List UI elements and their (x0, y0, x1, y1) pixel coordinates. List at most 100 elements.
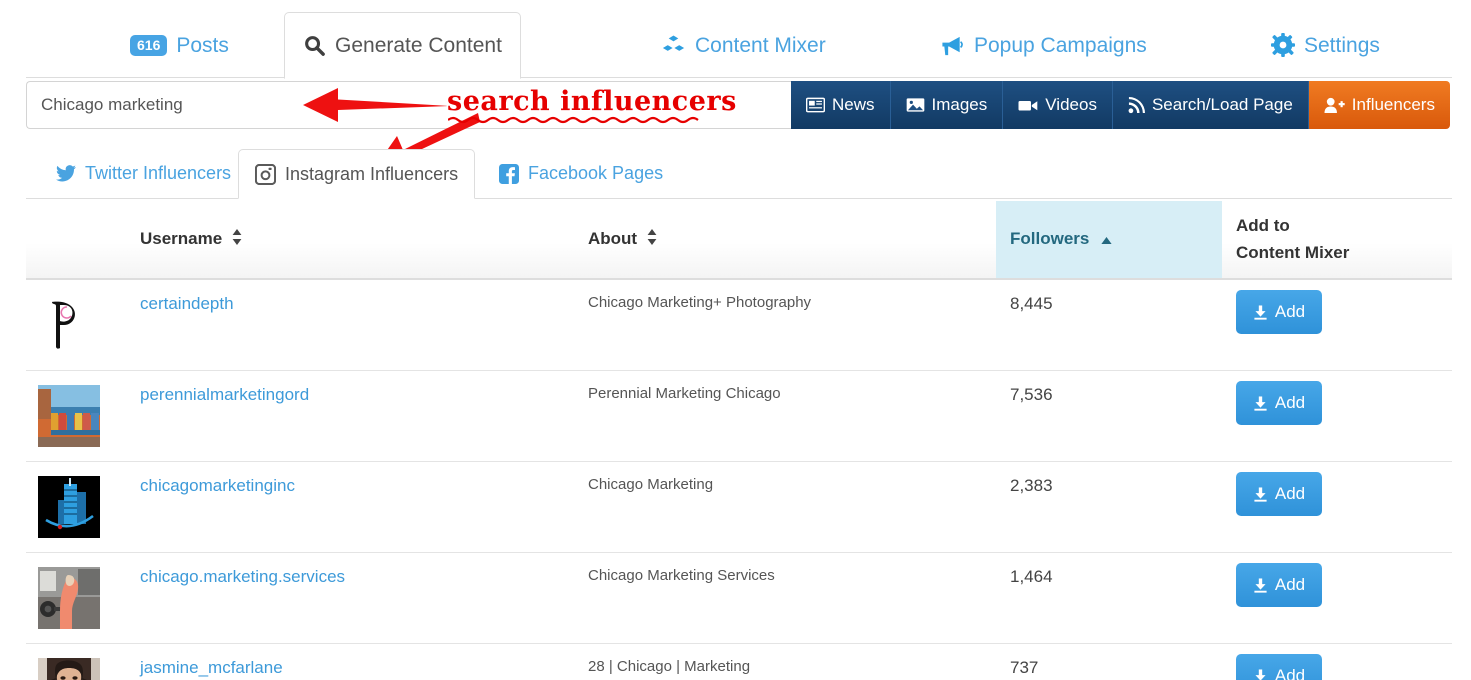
row-about-cell: Chicago Marketing (574, 461, 996, 553)
tab-content-mixer[interactable]: Content Mixer (643, 12, 844, 78)
row-followers-cell: 8,445 (996, 279, 1222, 371)
rss-icon (1128, 96, 1145, 114)
table-row: jasmine_mcfarlane 28 | Chicago | Marketi… (26, 643, 1452, 680)
search-load-page-label: Search/Load Page (1151, 95, 1293, 114)
add-to-content-mixer-button[interactable]: Add (1236, 290, 1322, 334)
col-username-label: Username (140, 228, 223, 248)
row-followers-cell: 737 (996, 643, 1222, 680)
table-row: certaindepth Chicago Marketing+ Photogra… (26, 279, 1452, 371)
table-header-row: Username About Followers Add to Content … (26, 201, 1452, 280)
search-load-page-button[interactable]: Search/Load Page (1112, 81, 1309, 129)
search-input[interactable] (26, 81, 791, 129)
avatar (38, 294, 100, 356)
sub-tab-twitter-label: Twitter Influencers (85, 163, 232, 183)
col-about[interactable]: About (574, 201, 996, 280)
newspaper-icon (806, 97, 825, 113)
row-avatar-cell (26, 370, 126, 462)
row-followers-cell: 7,536 (996, 370, 1222, 462)
add-button-label: Add (1274, 393, 1306, 412)
download-icon (1253, 577, 1268, 593)
app-root: 616 Posts Generate Content Content Mixer (0, 0, 1471, 680)
picture-icon (906, 97, 925, 113)
add-button-label: Add (1274, 575, 1306, 594)
sub-tab-facebook-pages[interactable]: Facebook Pages (483, 149, 679, 198)
search-news-label: News (832, 95, 875, 114)
add-to-content-mixer-button[interactable]: Add (1236, 654, 1322, 680)
row-add-cell: Add (1222, 552, 1452, 644)
search-images-button[interactable]: Images (890, 81, 1004, 129)
table-body: certaindepth Chicago Marketing+ Photogra… (26, 279, 1452, 680)
col-about-label: About (588, 228, 638, 248)
twitter-icon (56, 165, 76, 182)
username-link[interactable]: certaindepth (140, 294, 234, 313)
row-avatar-cell (26, 461, 126, 553)
tab-generate-content-label: Generate Content (335, 34, 502, 57)
row-username-cell: jasmine_mcfarlane (126, 643, 574, 680)
gear-icon (1271, 33, 1295, 57)
magnifier-icon (303, 34, 326, 57)
table-row: chicago.marketing.services Chicago Marke… (26, 552, 1452, 644)
search-news-button[interactable]: News (791, 81, 891, 129)
row-username-cell: chicagomarketinginc (126, 461, 574, 553)
tab-generate-content[interactable]: Generate Content (284, 12, 521, 79)
username-link[interactable]: chicagomarketinginc (140, 476, 295, 495)
tab-settings-label: Settings (1304, 33, 1380, 57)
search-videos-button[interactable]: Videos (1003, 81, 1113, 129)
sub-tab-instagram-influencers[interactable]: Instagram Influencers (238, 149, 476, 199)
add-to-content-mixer-button[interactable]: Add (1236, 563, 1322, 607)
row-followers-cell: 1,464 (996, 552, 1222, 644)
add-button-label: Add (1274, 484, 1306, 503)
row-add-cell: Add (1222, 370, 1452, 462)
row-avatar-cell (26, 279, 126, 371)
add-button-label: Add (1274, 302, 1306, 321)
row-about-cell: Chicago Marketing Services (574, 552, 996, 644)
username-link[interactable]: chicago.marketing.services (140, 567, 345, 586)
sort-both-icon (647, 229, 657, 250)
col-username[interactable]: Username (126, 201, 574, 280)
col-add-label-line2: Content Mixer (1236, 242, 1350, 262)
sub-tab-twitter-influencers[interactable]: Twitter Influencers (40, 149, 247, 198)
row-about-cell: 28 | Chicago | Marketing (574, 643, 996, 680)
download-icon (1253, 668, 1268, 680)
row-avatar-cell (26, 552, 126, 644)
tab-popup-campaigns[interactable]: Popup Campaigns (921, 12, 1165, 78)
influencers-table: Username About Followers Add to Content … (26, 201, 1452, 680)
row-followers-cell: 2,383 (996, 461, 1222, 553)
download-icon (1253, 395, 1268, 411)
row-add-cell: Add (1222, 643, 1452, 680)
row-about-cell: Perennial Marketing Chicago (574, 370, 996, 462)
table-row: perennialmarketingord Perennial Marketin… (26, 370, 1452, 462)
add-to-content-mixer-button[interactable]: Add (1236, 381, 1322, 425)
col-add-label-line1: Add to (1236, 216, 1290, 236)
tab-posts-label: Posts (176, 33, 229, 57)
tab-content-mixer-label: Content Mixer (695, 33, 826, 57)
avatar (38, 658, 100, 680)
add-button-label: Add (1274, 666, 1306, 680)
sort-both-icon (232, 229, 242, 250)
username-link[interactable]: jasmine_mcfarlane (140, 658, 283, 677)
user-plus-icon (1324, 97, 1345, 114)
posts-count-badge: 616 (130, 34, 168, 56)
megaphone-icon (939, 34, 965, 57)
col-followers[interactable]: Followers (996, 201, 1222, 280)
sub-tab-facebook-label: Facebook Pages (528, 163, 664, 183)
row-add-cell: Add (1222, 461, 1452, 553)
avatar (38, 476, 100, 538)
search-bar: News Images (26, 81, 1452, 129)
sort-ascending-icon (1101, 230, 1112, 250)
video-camera-icon (1018, 98, 1038, 113)
tab-posts[interactable]: 616 Posts (112, 12, 247, 78)
add-to-content-mixer-button[interactable]: Add (1236, 472, 1322, 516)
search-images-label: Images (931, 95, 988, 114)
search-influencers-button[interactable]: Influencers (1308, 81, 1450, 129)
row-username-cell: perennialmarketingord (126, 370, 574, 462)
username-link[interactable]: perennialmarketingord (140, 385, 309, 404)
search-source-button-group: News Images Videos Search/Load Page Infl… (791, 81, 1450, 129)
row-username-cell: chicago.marketing.services (126, 552, 574, 644)
col-avatar (26, 201, 126, 280)
table-row: chicagomarketinginc Chicago Marketing 2,… (26, 461, 1452, 553)
main-tab-bar: 616 Posts Generate Content Content Mixer (26, 0, 1452, 79)
col-add-to-content-mixer: Add to Content Mixer (1222, 201, 1452, 280)
search-videos-label: Videos (1045, 95, 1097, 114)
tab-settings[interactable]: Settings (1253, 12, 1398, 78)
